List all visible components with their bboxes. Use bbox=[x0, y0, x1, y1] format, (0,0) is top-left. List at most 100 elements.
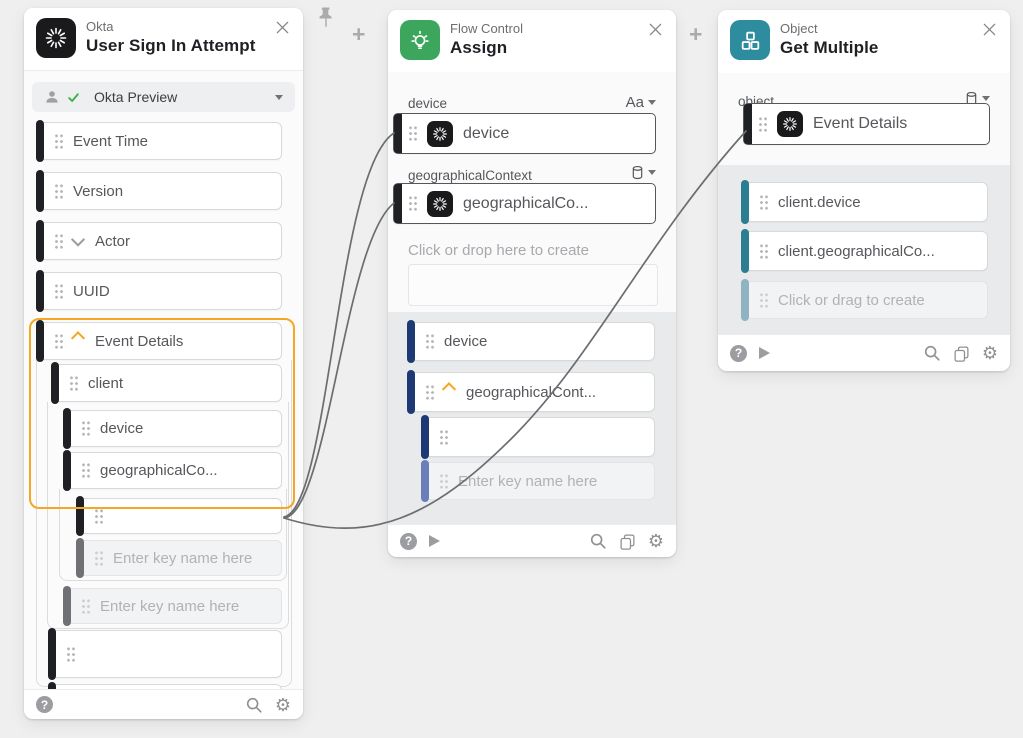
output-new-key-empty[interactable] bbox=[422, 417, 655, 457]
field-uuid[interactable]: UUID bbox=[37, 272, 282, 310]
drag-bar bbox=[48, 628, 56, 680]
field-geographicalcontext[interactable]: geographicalCo... bbox=[64, 452, 282, 489]
drag-dots-icon bbox=[408, 125, 418, 142]
input-label: geographicalContext bbox=[408, 168, 532, 183]
card-footer: ? ⚙ bbox=[718, 334, 1010, 371]
field-event-time[interactable]: Event Time bbox=[37, 122, 282, 160]
drag-bar bbox=[421, 460, 429, 502]
input-object-mapped[interactable]: Event Details bbox=[743, 103, 990, 145]
drag-dots-icon bbox=[425, 333, 435, 350]
drag-bar bbox=[394, 184, 402, 223]
test-play-icon[interactable] bbox=[429, 535, 440, 547]
chevron-down-icon bbox=[275, 95, 283, 100]
create-hint: Click or drop here to create bbox=[408, 242, 589, 259]
drag-dots-icon bbox=[66, 646, 76, 663]
field-device[interactable]: device bbox=[64, 410, 282, 447]
check-icon bbox=[67, 91, 80, 104]
drag-dots-icon bbox=[54, 333, 64, 350]
card-user-sign-in-attempt: Okta User Sign In Attempt Okta Preview E… bbox=[24, 8, 303, 719]
person-icon bbox=[44, 89, 60, 105]
card-get-multiple: Object Get Multiple object Event Details… bbox=[718, 10, 1010, 371]
chevron-down-icon[interactable] bbox=[71, 233, 85, 247]
mapped-value: device bbox=[463, 125, 509, 143]
search-icon[interactable] bbox=[245, 696, 263, 714]
drag-bar bbox=[741, 229, 749, 273]
placeholder-text: Enter key name here bbox=[113, 550, 252, 567]
chevron-up-icon[interactable] bbox=[71, 331, 85, 345]
okta-chip-icon bbox=[427, 191, 453, 217]
okta-logo-icon bbox=[36, 18, 76, 58]
output-label: device bbox=[444, 333, 487, 350]
type-selector-object[interactable] bbox=[631, 165, 656, 180]
drag-bar bbox=[36, 320, 44, 362]
okta-chip-icon bbox=[427, 121, 453, 147]
test-play-icon[interactable] bbox=[759, 347, 770, 359]
field-new-key-connected[interactable] bbox=[77, 498, 282, 534]
field-label: Version bbox=[73, 183, 123, 200]
gear-icon[interactable]: ⚙ bbox=[648, 532, 664, 550]
drag-dots-icon bbox=[408, 195, 418, 212]
connection-selector[interactable]: Okta Preview bbox=[32, 82, 295, 112]
output-create-placeholder[interactable]: Click or drag to create bbox=[742, 281, 988, 319]
input-device-mapped[interactable]: device bbox=[393, 113, 656, 154]
field-label: UUID bbox=[73, 283, 110, 300]
drag-dots-icon bbox=[94, 508, 104, 525]
output-client-geographicalcontext[interactable]: client.geographicalCo... bbox=[742, 231, 988, 271]
close-icon[interactable] bbox=[275, 20, 291, 36]
chevron-down-icon bbox=[648, 100, 656, 105]
gear-icon[interactable]: ⚙ bbox=[275, 696, 291, 714]
field-enter-key-placeholder[interactable]: Enter key name here bbox=[77, 540, 282, 576]
field-client[interactable]: client bbox=[52, 364, 282, 402]
drag-bar bbox=[36, 220, 44, 262]
drag-dots-icon bbox=[54, 283, 64, 300]
field-new-key-empty[interactable] bbox=[49, 630, 282, 678]
card-title: User Sign In Attempt bbox=[86, 36, 256, 56]
placeholder-text: Enter key name here bbox=[100, 598, 239, 615]
placeholder-text: Enter key name here bbox=[458, 473, 597, 490]
card-header: Okta User Sign In Attempt bbox=[24, 8, 303, 71]
card-title: Get Multiple bbox=[780, 38, 878, 58]
drag-dots-icon bbox=[81, 598, 91, 615]
input-geographicalcontext-mapped[interactable]: geographicalCo... bbox=[393, 183, 656, 224]
output-geographicalcontext[interactable]: geographicalCont... bbox=[408, 372, 655, 412]
search-icon[interactable] bbox=[923, 344, 941, 362]
help-icon[interactable]: ? bbox=[36, 696, 53, 713]
help-icon[interactable]: ? bbox=[400, 533, 417, 550]
help-icon[interactable]: ? bbox=[730, 345, 747, 362]
pin-icon[interactable] bbox=[318, 6, 334, 35]
field-enter-key-placeholder[interactable]: Enter key name here bbox=[64, 588, 282, 624]
close-icon[interactable] bbox=[982, 22, 998, 38]
drag-dots-icon bbox=[758, 116, 768, 133]
field-event-details[interactable]: Event Details bbox=[37, 322, 282, 360]
add-card-button[interactable]: + bbox=[352, 23, 365, 46]
output-enter-key-placeholder[interactable]: Enter key name here bbox=[422, 462, 655, 500]
drag-bar bbox=[36, 270, 44, 312]
gear-icon[interactable]: ⚙ bbox=[982, 344, 998, 362]
search-icon[interactable] bbox=[589, 532, 607, 550]
field-version[interactable]: Version bbox=[37, 172, 282, 210]
chevron-up-icon[interactable] bbox=[442, 382, 456, 396]
field-actor[interactable]: Actor bbox=[37, 222, 282, 260]
drop-target[interactable] bbox=[408, 264, 658, 306]
type-selector-text[interactable]: Aa bbox=[626, 94, 656, 111]
output-client-device[interactable]: client.device bbox=[742, 182, 988, 222]
object-type-icon bbox=[631, 165, 644, 180]
card-header: Flow Control Assign bbox=[388, 10, 676, 73]
drag-dots-icon bbox=[759, 243, 769, 260]
drag-bar bbox=[36, 120, 44, 162]
card-header: Object Get Multiple bbox=[718, 10, 1010, 74]
drag-bar bbox=[744, 104, 752, 144]
field-label: Event Time bbox=[73, 133, 148, 150]
app-name: Flow Control bbox=[450, 21, 523, 36]
placeholder-text: Click or drag to create bbox=[778, 292, 925, 309]
field-label: device bbox=[100, 420, 143, 437]
field-label: geographicalCo... bbox=[100, 462, 218, 479]
add-card-button[interactable]: + bbox=[689, 23, 702, 46]
field-label: Event Details bbox=[95, 333, 183, 350]
close-icon[interactable] bbox=[648, 22, 664, 38]
drag-dots-icon bbox=[81, 420, 91, 437]
copy-icon[interactable] bbox=[953, 345, 970, 362]
drag-dots-icon bbox=[54, 183, 64, 200]
output-device[interactable]: device bbox=[408, 322, 655, 361]
copy-icon[interactable] bbox=[619, 533, 636, 550]
